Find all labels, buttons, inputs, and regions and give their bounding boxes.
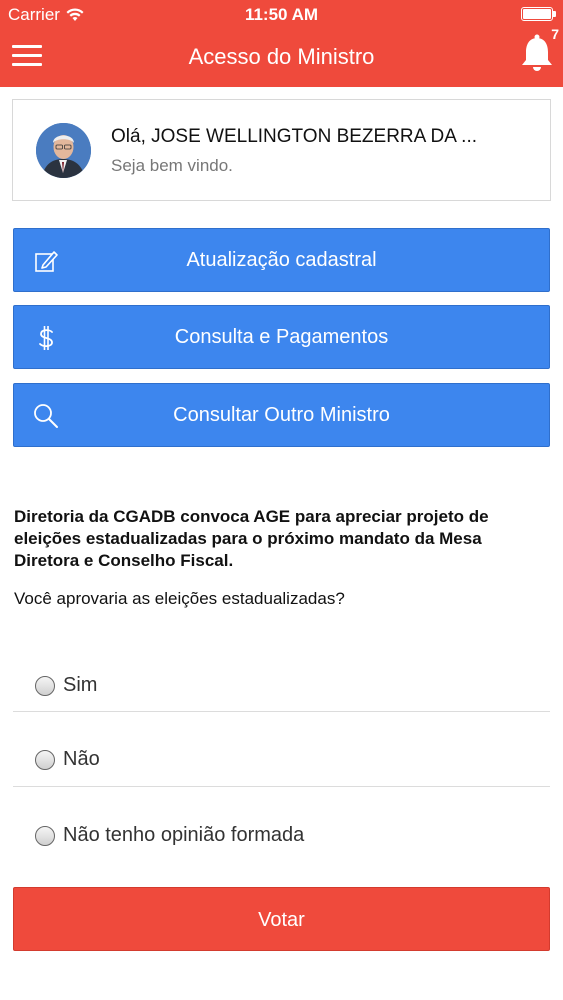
payments-label: Consulta e Pagamentos: [174, 326, 389, 348]
radio-button[interactable]: [35, 676, 55, 696]
radio-button[interactable]: [35, 750, 55, 770]
vote-label: Votar: [258, 909, 305, 931]
status-bar: Carrier 11:50 AM: [0, 0, 563, 30]
payments-button[interactable]: Consulta e Pagamentos: [13, 305, 550, 369]
option-label: Não: [63, 748, 100, 770]
welcome-text: Seja bem vindo.: [111, 156, 233, 175]
poll-question: Você aprovaria as eleições estadualizada…: [14, 589, 345, 608]
update-registration-button[interactable]: Atualização cadastral: [13, 228, 550, 292]
vote-button[interactable]: Votar: [13, 887, 550, 951]
option-label: Não tenho opinião formada: [63, 824, 305, 846]
update-registration-label: Atualização cadastral: [186, 249, 377, 271]
radio-button[interactable]: [35, 826, 55, 846]
user-card: Olá, JOSE WELLINGTON BEZERRA DA ... Seja…: [12, 99, 551, 201]
avatar: [36, 123, 91, 178]
battery-icon: [521, 7, 556, 21]
notification-count-badge: 7: [551, 26, 559, 42]
app-header: Carrier 11:50 AM Acesso do Ministro 7: [0, 0, 563, 87]
user-greeting: Olá, JOSE WELLINGTON BEZERRA DA ...: [111, 126, 478, 147]
divider: [13, 711, 550, 712]
search-minister-button[interactable]: Consultar Outro Ministro: [13, 383, 550, 447]
search-minister-label: Consultar Outro Ministro: [173, 404, 390, 426]
poll-option-sem-opiniao[interactable]: Não tenho opinião formada: [13, 798, 550, 872]
status-time: 11:50 AM: [244, 5, 319, 24]
poll-title: Diretoria da CGADB convoca AGE para apre…: [14, 507, 489, 570]
poll-option-nao[interactable]: Não: [13, 722, 550, 796]
divider: [13, 786, 550, 787]
page-title: Acesso do Ministro: [188, 44, 375, 69]
option-label: Sim: [63, 674, 98, 696]
